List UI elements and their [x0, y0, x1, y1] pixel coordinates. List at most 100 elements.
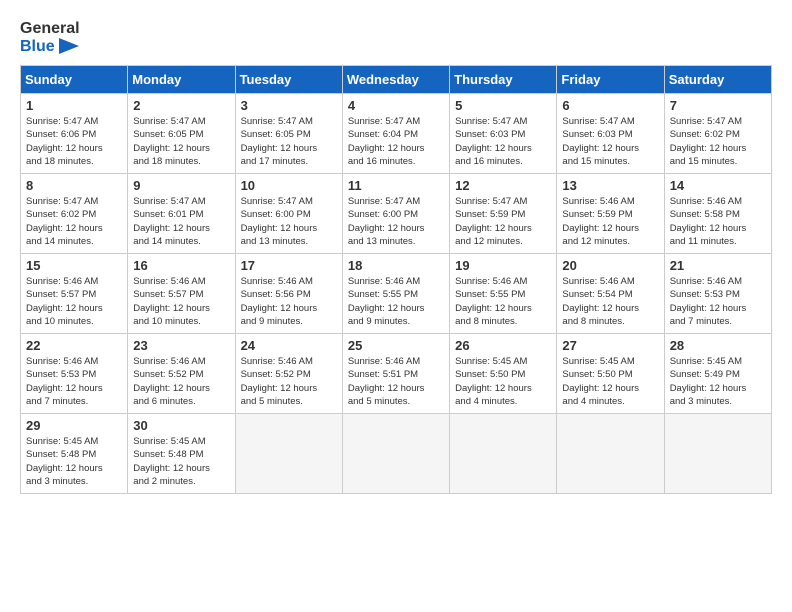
day-cell-23: 23Sunrise: 5:46 AMSunset: 5:52 PMDayligh… — [128, 334, 235, 414]
weekday-header-row: SundayMondayTuesdayWednesdayThursdayFrid… — [21, 66, 772, 94]
day-cell-16: 16 Sunrise: 5:46 AMSunset: 5:57 PMDayligh… — [128, 254, 235, 334]
weekday-header-tuesday: Tuesday — [235, 66, 342, 94]
day-number: 22 — [26, 338, 122, 353]
day-cell-1: 1 Sunrise: 5:47 AMSunset: 6:06 PMDaylight… — [21, 94, 128, 174]
day-info: Sunrise: 5:47 AMSunset: 6:01 PMDaylight:… — [133, 195, 229, 248]
day-info: Sunrise: 5:45 AMSunset: 5:49 PMDaylight:… — [670, 355, 766, 408]
day-cell-10: 10 Sunrise: 5:47 AMSunset: 6:00 PMDayligh… — [235, 174, 342, 254]
day-number: 27 — [562, 338, 658, 353]
empty-cell — [557, 414, 664, 494]
day-info: Sunrise: 5:47 AMSunset: 5:59 PMDaylight:… — [455, 195, 551, 248]
day-info: Sunrise: 5:47 AMSunset: 6:00 PMDaylight:… — [348, 195, 444, 248]
logo-blue: Blue — [20, 38, 80, 56]
weekday-header-sunday: Sunday — [21, 66, 128, 94]
day-number: 5 — [455, 98, 551, 113]
logo-container: General Blue — [20, 20, 80, 55]
day-cell-9: 9 Sunrise: 5:47 AMSunset: 6:01 PMDaylight… — [128, 174, 235, 254]
day-number: 16 — [133, 258, 229, 273]
day-number: 8 — [26, 178, 122, 193]
day-info: Sunrise: 5:47 AMSunset: 6:06 PMDaylight:… — [26, 115, 122, 168]
logo-arrow-icon — [59, 38, 79, 54]
day-cell-3: 3Sunrise: 5:47 AMSunset: 6:05 PMDaylight… — [235, 94, 342, 174]
day-info: Sunrise: 5:45 AMSunset: 5:48 PMDaylight:… — [26, 435, 122, 488]
day-info: Sunrise: 5:47 AMSunset: 6:02 PMDaylight:… — [26, 195, 122, 248]
day-cell-24: 24Sunrise: 5:46 AMSunset: 5:52 PMDayligh… — [235, 334, 342, 414]
day-cell-27: 27 Sunrise: 5:45 AMSunset: 5:50 PMDayligh… — [557, 334, 664, 414]
day-cell-7: 7 Sunrise: 5:47 AMSunset: 6:02 PMDaylight… — [664, 94, 771, 174]
day-info: Sunrise: 5:46 AMSunset: 5:55 PMDaylight:… — [455, 275, 551, 328]
day-info: Sunrise: 5:47 AMSunset: 6:03 PMDaylight:… — [455, 115, 551, 168]
day-number: 9 — [133, 178, 229, 193]
day-info: Sunrise: 5:46 AMSunset: 5:53 PMDaylight:… — [26, 355, 122, 408]
day-cell-18: 18 Sunrise: 5:46 AMSunset: 5:55 PMDayligh… — [342, 254, 449, 334]
logo-general: General — [20, 20, 80, 38]
day-info: Sunrise: 5:46 AMSunset: 5:52 PMDaylight:… — [133, 355, 229, 408]
day-cell-6: 6 Sunrise: 5:47 AMSunset: 6:03 PMDaylight… — [557, 94, 664, 174]
day-cell-14: 14 Sunrise: 5:46 AMSunset: 5:58 PMDayligh… — [664, 174, 771, 254]
day-number: 11 — [348, 178, 444, 193]
calendar-table: SundayMondayTuesdayWednesdayThursdayFrid… — [20, 65, 772, 494]
day-number: 20 — [562, 258, 658, 273]
day-number: 15 — [26, 258, 122, 273]
header: General Blue — [20, 20, 772, 55]
day-number: 29 — [26, 418, 122, 433]
logo: General Blue — [20, 20, 80, 55]
day-number: 4 — [348, 98, 444, 113]
day-number: 19 — [455, 258, 551, 273]
day-info: Sunrise: 5:45 AMSunset: 5:48 PMDaylight:… — [133, 435, 229, 488]
day-cell-22: 22 Sunrise: 5:46 AMSunset: 5:53 PMDayligh… — [21, 334, 128, 414]
day-info: Sunrise: 5:47 AMSunset: 6:03 PMDaylight:… — [562, 115, 658, 168]
empty-cell — [342, 414, 449, 494]
day-info: Sunrise: 5:46 AMSunset: 5:54 PMDaylight:… — [562, 275, 658, 328]
day-number: 6 — [562, 98, 658, 113]
day-info: Sunrise: 5:47 AMSunset: 6:04 PMDaylight:… — [348, 115, 444, 168]
weekday-header-friday: Friday — [557, 66, 664, 94]
day-number: 17 — [241, 258, 337, 273]
day-number: 18 — [348, 258, 444, 273]
week-row-1: 1 Sunrise: 5:47 AMSunset: 6:06 PMDaylight… — [21, 94, 772, 174]
day-cell-4: 4 Sunrise: 5:47 AMSunset: 6:04 PMDaylight… — [342, 94, 449, 174]
day-number: 10 — [241, 178, 337, 193]
day-cell-11: 11 Sunrise: 5:47 AMSunset: 6:00 PMDayligh… — [342, 174, 449, 254]
week-row-2: 8 Sunrise: 5:47 AMSunset: 6:02 PMDaylight… — [21, 174, 772, 254]
day-number: 26 — [455, 338, 551, 353]
weekday-header-thursday: Thursday — [450, 66, 557, 94]
day-info: Sunrise: 5:45 AMSunset: 5:50 PMDaylight:… — [562, 355, 658, 408]
day-number: 24 — [241, 338, 337, 353]
day-cell-26: 26Sunrise: 5:45 AMSunset: 5:50 PMDayligh… — [450, 334, 557, 414]
day-info: Sunrise: 5:46 AMSunset: 5:51 PMDaylight:… — [348, 355, 444, 408]
weekday-header-saturday: Saturday — [664, 66, 771, 94]
day-number: 7 — [670, 98, 766, 113]
day-number: 1 — [26, 98, 122, 113]
day-cell-13: 13Sunrise: 5:46 AMSunset: 5:59 PMDayligh… — [557, 174, 664, 254]
week-row-5: 29 Sunrise: 5:45 AMSunset: 5:48 PMDayligh… — [21, 414, 772, 494]
day-cell-25: 25Sunrise: 5:46 AMSunset: 5:51 PMDayligh… — [342, 334, 449, 414]
day-info: Sunrise: 5:46 AMSunset: 5:57 PMDaylight:… — [133, 275, 229, 328]
day-number: 12 — [455, 178, 551, 193]
day-cell-17: 17Sunrise: 5:46 AMSunset: 5:56 PMDayligh… — [235, 254, 342, 334]
weekday-header-wednesday: Wednesday — [342, 66, 449, 94]
day-number: 30 — [133, 418, 229, 433]
day-info: Sunrise: 5:47 AMSunset: 6:02 PMDaylight:… — [670, 115, 766, 168]
day-info: Sunrise: 5:47 AMSunset: 6:00 PMDaylight:… — [241, 195, 337, 248]
day-cell-2: 2 Sunrise: 5:47 AMSunset: 6:05 PMDaylight… — [128, 94, 235, 174]
day-info: Sunrise: 5:46 AMSunset: 5:58 PMDaylight:… — [670, 195, 766, 248]
day-cell-21: 21 Sunrise: 5:46 AMSunset: 5:53 PMDayligh… — [664, 254, 771, 334]
day-number: 13 — [562, 178, 658, 193]
day-cell-19: 19 Sunrise: 5:46 AMSunset: 5:55 PMDayligh… — [450, 254, 557, 334]
day-info: Sunrise: 5:47 AMSunset: 6:05 PMDaylight:… — [133, 115, 229, 168]
day-number: 14 — [670, 178, 766, 193]
day-cell-12: 12 Sunrise: 5:47 AMSunset: 5:59 PMDayligh… — [450, 174, 557, 254]
day-cell-8: 8 Sunrise: 5:47 AMSunset: 6:02 PMDaylight… — [21, 174, 128, 254]
day-number: 2 — [133, 98, 229, 113]
day-number: 21 — [670, 258, 766, 273]
empty-cell — [664, 414, 771, 494]
empty-cell — [450, 414, 557, 494]
day-cell-30: 30 Sunrise: 5:45 AMSunset: 5:48 PMDayligh… — [128, 414, 235, 494]
day-number: 28 — [670, 338, 766, 353]
day-info: Sunrise: 5:46 AMSunset: 5:57 PMDaylight:… — [26, 275, 122, 328]
day-info: Sunrise: 5:46 AMSunset: 5:53 PMDaylight:… — [670, 275, 766, 328]
day-info: Sunrise: 5:47 AMSunset: 6:05 PMDaylight:… — [241, 115, 337, 168]
day-cell-28: 28 Sunrise: 5:45 AMSunset: 5:49 PMDayligh… — [664, 334, 771, 414]
day-info: Sunrise: 5:46 AMSunset: 5:55 PMDaylight:… — [348, 275, 444, 328]
